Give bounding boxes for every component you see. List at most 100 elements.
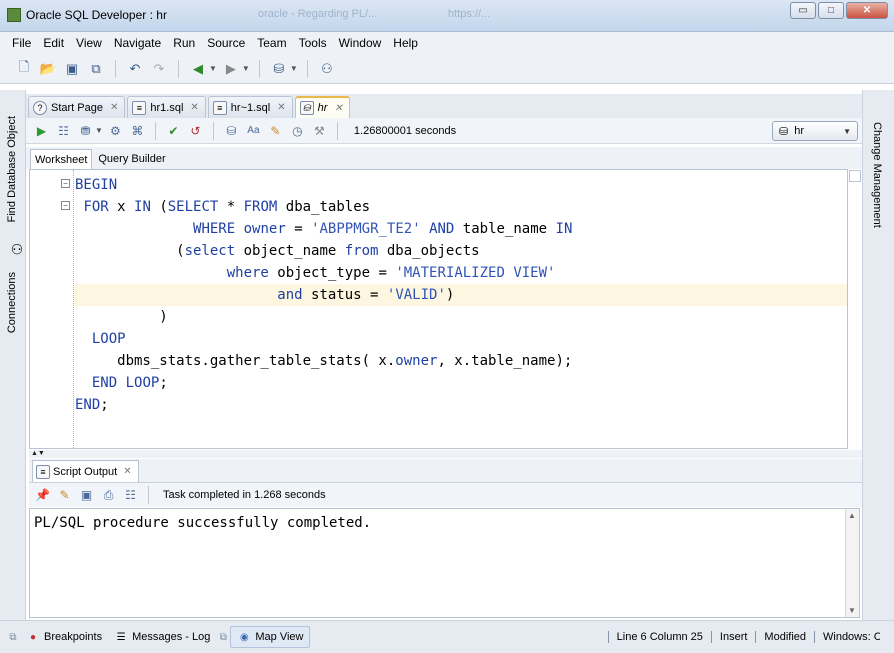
back-icon[interactable]: ◀: [188, 59, 208, 79]
tab-hr1-sql[interactable]: ≡ hr1.sql ✕: [127, 96, 206, 118]
case-toggle-icon[interactable]: Aa: [244, 121, 263, 140]
code-line: (select object_name from dba_objects: [74, 240, 847, 262]
menu-window[interactable]: Window: [333, 36, 388, 50]
menu-view[interactable]: View: [70, 36, 108, 50]
output-scrollbar[interactable]: ▲ ▼: [845, 509, 859, 617]
sql-developer-icon: [7, 8, 21, 22]
unshared-worksheet-icon[interactable]: ⛁: [222, 121, 241, 140]
connection-select[interactable]: ⛁ hr ▼: [772, 121, 858, 141]
chevron-down-icon[interactable]: ▼: [242, 64, 250, 73]
save-icon[interactable]: ▣: [62, 59, 82, 79]
menu-team[interactable]: Team: [251, 36, 292, 50]
maximize-button[interactable]: □: [818, 2, 844, 19]
close-icon[interactable]: ✕: [190, 102, 198, 113]
explain-plan-icon[interactable]: ⚙: [106, 121, 125, 140]
rollback-icon[interactable]: ↺: [186, 121, 205, 140]
tab-breakpoints[interactable]: ● Breakpoints: [20, 626, 108, 648]
chevron-down-icon: ▼: [843, 126, 851, 136]
script-output-icon: ≡: [36, 464, 50, 479]
clear-eraser-icon[interactable]: ✎: [55, 486, 74, 505]
code-text: dbms_stats.gather_table_stats( x.owner, …: [75, 353, 573, 369]
close-icon[interactable]: ✕: [123, 466, 131, 477]
code-area[interactable]: BEGIN FOR x IN (SELECT * FROM dba_tables…: [74, 174, 847, 416]
sql-worksheet-icon[interactable]: ⛁: [269, 59, 289, 79]
tab-script-output[interactable]: ≡ Script Output ✕: [32, 460, 139, 482]
connection-name: hr: [794, 125, 804, 137]
connections-tab[interactable]: Connections: [6, 272, 18, 333]
fold-icon[interactable]: −: [61, 201, 70, 210]
pin-icon[interactable]: 📌: [33, 486, 52, 505]
code-line-current: and status = 'VALID'): [74, 284, 847, 306]
chevron-down-icon[interactable]: ▼: [95, 126, 103, 135]
sql-editor[interactable]: − − BEGIN FOR x IN (SELECT * FROM dba_ta…: [29, 169, 861, 449]
tab-messages-log[interactable]: ☰ Messages - Log: [108, 626, 216, 648]
main-toolbar: 🗋 📂 ▣ ⧉ ↶ ↷ ◀ ▼ ▶ ▼ ⛁ ▼ ⚇: [0, 54, 894, 84]
forward-icon[interactable]: ▶: [221, 59, 241, 79]
autotrace-icon[interactable]: ⛃: [76, 121, 95, 140]
close-icon[interactable]: ✕: [334, 103, 342, 114]
redo-icon[interactable]: ↷: [149, 59, 169, 79]
sql-file-icon: ≡: [132, 100, 147, 115]
tab-map-view[interactable]: ◉ Map View: [230, 626, 311, 648]
menu-run[interactable]: Run: [167, 36, 201, 50]
tab-start-page[interactable]: ? Start Page ✕: [28, 96, 126, 118]
binoculars-icon[interactable]: ⚇: [317, 59, 337, 79]
close-button[interactable]: ✕: [846, 2, 888, 19]
panel-splitter[interactable]: ▲▼: [29, 450, 862, 458]
find-database-object-tab[interactable]: Find Database Object: [6, 116, 18, 222]
code-line: FOR x IN (SELECT * FROM dba_tables: [74, 196, 847, 218]
script-output-area[interactable]: PL/SQL procedure successfully completed.…: [29, 508, 860, 618]
menu-source[interactable]: Source: [201, 36, 251, 50]
close-icon[interactable]: ✕: [110, 102, 118, 113]
panel-icon[interactable]: ⧉: [216, 630, 230, 644]
toolbar-separator: [258, 59, 260, 78]
tab-hr-1-sql[interactable]: ≡ hr~1.sql ✕: [207, 96, 293, 118]
sql-history-icon[interactable]: ◷: [288, 121, 307, 140]
panel-icon[interactable]: ⧉: [6, 630, 20, 644]
menu-edit[interactable]: Edit: [37, 36, 70, 50]
code-line: dbms_stats.gather_table_stats( x.owner, …: [74, 350, 847, 372]
tab-query-builder[interactable]: Query Builder: [94, 149, 169, 169]
title-bar: Oracle SQL Developer : hr oracle - Regar…: [0, 0, 894, 32]
chevron-down-icon[interactable]: ▼: [290, 64, 298, 73]
tools-wrench-icon[interactable]: ⚒: [310, 121, 329, 140]
sql-file-icon: ≡: [212, 100, 227, 115]
tab-label: hr~1.sql: [230, 101, 271, 114]
tab-hr[interactable]: ⛁ hr ✕: [294, 96, 350, 118]
output-toolbar: 📌 ✎ ▣ ⎙ ☷ Task completed in 1.268 second…: [29, 483, 862, 507]
new-icon[interactable]: 🗋: [14, 59, 34, 79]
database-icon: ⛁: [779, 125, 789, 138]
menu-help[interactable]: Help: [387, 36, 424, 50]
background-window-title: oracle - Regarding PL/...: [258, 8, 378, 20]
change-management-tab[interactable]: Change Management: [871, 122, 883, 228]
menu-navigate[interactable]: Navigate: [108, 36, 167, 50]
menu-file[interactable]: File: [6, 36, 37, 50]
save-icon[interactable]: ▣: [77, 486, 96, 505]
tab-worksheet[interactable]: Worksheet: [30, 149, 93, 169]
scroll-down-icon[interactable]: ▼: [848, 606, 856, 615]
toolbar-separator: [178, 59, 179, 78]
left-side-panel: Find Database Object ⚇ Connections: [0, 90, 26, 620]
clear-eraser-icon[interactable]: ✎: [266, 121, 285, 140]
run-script-icon[interactable]: ☷: [54, 121, 73, 140]
binoculars-icon[interactable]: ⚇: [8, 240, 24, 256]
collapse-arrows-icon[interactable]: ▲▼: [31, 450, 45, 457]
save-all-icon[interactable]: ⧉: [86, 59, 106, 79]
open-folder-icon[interactable]: 📂: [38, 59, 58, 79]
print-icon[interactable]: ⎙: [99, 486, 118, 505]
code-text: FOR x IN (SELECT * FROM dba_tables: [83, 199, 371, 215]
code-text: ): [75, 309, 168, 325]
fold-icon[interactable]: −: [61, 179, 70, 188]
run-statement-icon[interactable]: ▶: [32, 121, 51, 140]
close-icon[interactable]: ✕: [277, 102, 285, 113]
code-text: END;: [75, 397, 109, 413]
menu-tools[interactable]: Tools: [293, 36, 333, 50]
sql-tuning-icon[interactable]: ⌘: [128, 121, 147, 140]
undo-icon[interactable]: ↶: [125, 59, 145, 79]
commit-icon[interactable]: ✔: [164, 121, 183, 140]
output-file-icon[interactable]: ☷: [121, 486, 140, 505]
minimize-button[interactable]: ▭: [790, 2, 816, 19]
chevron-down-icon[interactable]: ▼: [209, 64, 217, 73]
scroll-up-icon[interactable]: ▲: [848, 511, 856, 520]
code-text: LOOP: [91, 331, 126, 347]
